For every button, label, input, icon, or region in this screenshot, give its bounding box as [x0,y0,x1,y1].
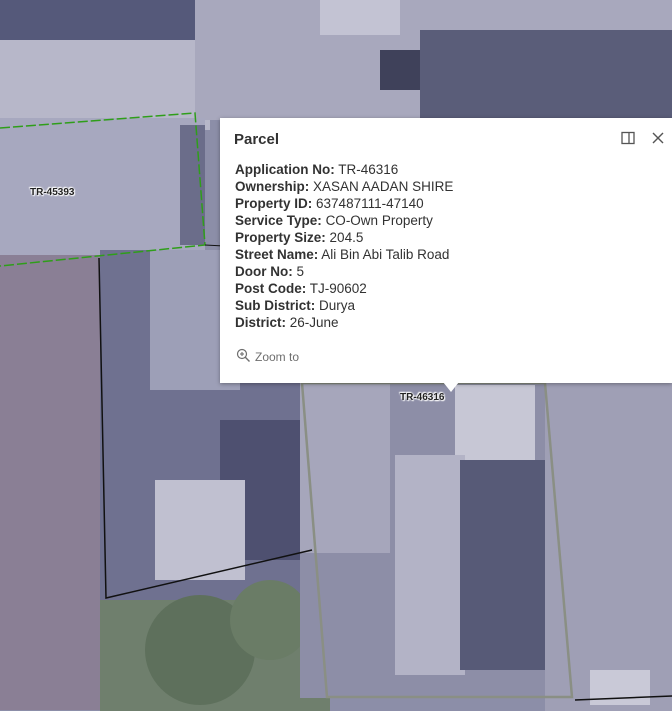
field-value: TR-46316 [338,162,399,177]
field-application-no: Application No: TR-46316 [235,161,453,178]
field-value: CO-Own Property [325,213,433,228]
close-icon[interactable] [650,130,666,146]
field-value: 204.5 [329,230,364,245]
field-label: Property Size: [235,230,326,245]
field-service-type: Service Type: CO-Own Property [235,212,453,229]
field-label: Ownership: [235,179,310,194]
zoom-to-label: Zoom to [255,350,300,364]
field-label: Post Code: [235,281,307,296]
zoom-to-button[interactable]: Zoom to [236,348,299,366]
parcel-label: TR-46316 [400,392,445,403]
popup-actions [620,130,666,146]
field-value: XASAN AADAN SHIRE [313,179,454,194]
parcel-popup: Parcel Application No: TR-46316 Ownershi… [220,118,672,383]
field-label: Application No: [235,162,335,177]
popup-fields: Application No: TR-46316 Ownership: XASA… [235,161,453,331]
field-value: 637487111-47140 [316,196,424,211]
field-value: Ali Bin Abi Talib Road [321,247,450,262]
field-label: Street Name: [235,247,319,262]
field-property-id: Property ID: 637487111-47140 [235,195,453,212]
field-label: Sub District: [235,298,316,313]
field-door-no: Door No: 5 [235,263,453,280]
field-label: Door No: [235,264,293,279]
field-value: Durya [319,298,356,313]
zoom-in-icon [236,348,251,366]
field-district: District: 26-June [235,314,453,331]
field-sub-district: Sub District: Durya [235,297,453,314]
field-label: District: [235,315,287,330]
field-post-code: Post Code: TJ-90602 [235,280,453,297]
field-property-size: Property Size: 204.5 [235,229,453,246]
dock-icon[interactable] [620,130,636,146]
field-label: Service Type: [235,213,322,228]
popup-title: Parcel [234,131,280,148]
field-street-name: Street Name: Ali Bin Abi Talib Road [235,246,453,263]
field-value: 5 [296,264,305,279]
popup-pointer [443,382,459,392]
field-value: 26-June [289,315,339,330]
parcel-label: TR-45393 [30,187,75,198]
field-label: Property ID: [235,196,313,211]
field-ownership: Ownership: XASAN AADAN SHIRE [235,178,453,195]
field-value: TJ-90602 [309,281,367,296]
